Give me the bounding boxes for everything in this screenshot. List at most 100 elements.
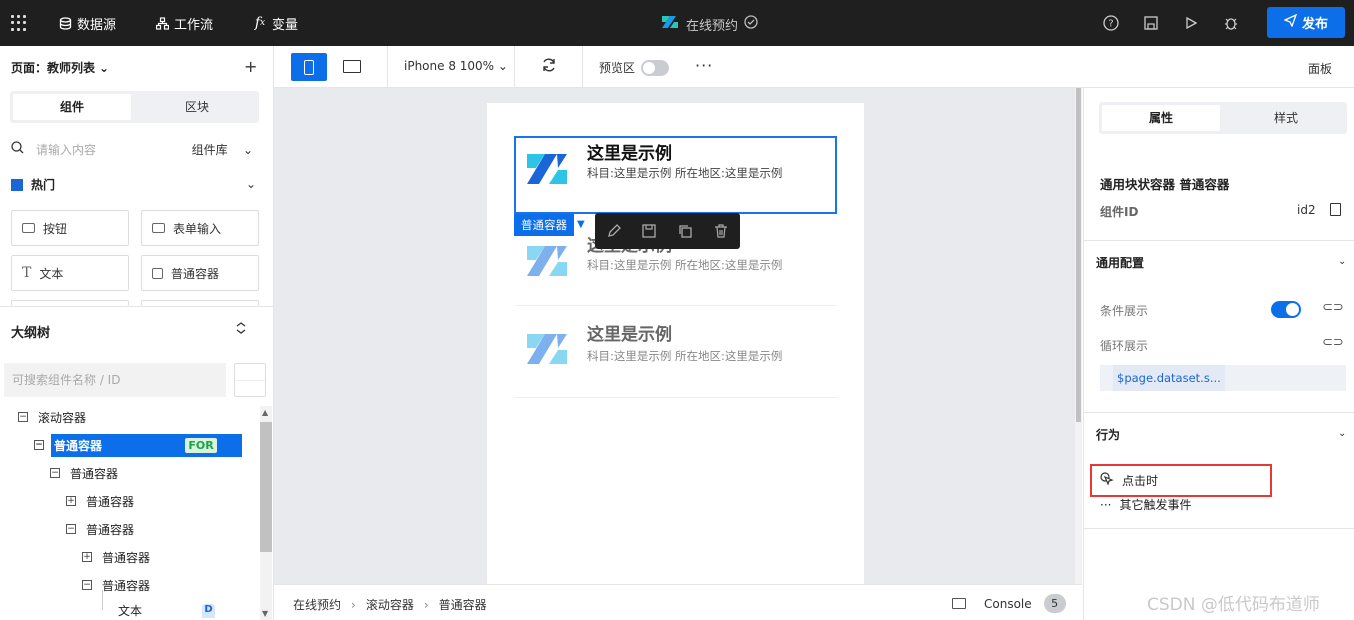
save-icon[interactable] xyxy=(1142,14,1160,32)
workflow-icon xyxy=(155,16,169,30)
refresh-icon[interactable] xyxy=(541,57,557,78)
breadcrumb: 在线预约 › 滚动容器 › 普通容器 xyxy=(293,596,487,613)
divider xyxy=(0,306,274,307)
selected-component-tag[interactable]: 普通容器 xyxy=(514,214,574,236)
dataset-binding-field[interactable]: $page.dataset.s... xyxy=(1100,365,1346,391)
tree-node-label: 普通容器 xyxy=(102,550,151,565)
datasource-label: 数据源 xyxy=(77,17,117,33)
component-form-input[interactable]: 表单输入 xyxy=(141,210,259,246)
breadcrumb-bar: 在线预约 › 滚动容器 › 普通容器 Console 5 xyxy=(274,584,1082,620)
library-label: 组件库 xyxy=(191,142,228,157)
app-title: 在线预约 xyxy=(660,13,758,35)
general-config-header[interactable]: 通用配置 xyxy=(1096,254,1144,271)
tree-node-label: 文本 xyxy=(118,603,143,618)
canvas-toolbar: iPhone 8 100% ⌄ 预览区 ··· 面板 xyxy=(274,46,1354,88)
chevron-down-icon[interactable]: ⌄ xyxy=(1338,256,1346,267)
other-events-label: 其它触发事件 xyxy=(1119,498,1192,512)
conditional-display-toggle[interactable] xyxy=(1271,301,1301,318)
tree-node-label: 普通容器 xyxy=(86,494,135,509)
other-events[interactable]: ··· 其它触发事件 xyxy=(1100,496,1191,513)
divider xyxy=(514,46,515,88)
app-grid-icon[interactable] xyxy=(11,15,27,31)
breadcrumb-item[interactable]: 滚动容器 xyxy=(366,596,414,613)
tree-node[interactable]: − 普通容器 xyxy=(66,518,134,540)
caret-down-icon[interactable]: ▼ xyxy=(577,219,585,230)
component-container[interactable]: 普通容器 xyxy=(141,255,259,291)
library-dropdown[interactable]: 组件库 ⌄ xyxy=(192,141,253,158)
tree-node[interactable]: − 普通容器 xyxy=(50,462,118,484)
copy-icon[interactable] xyxy=(677,223,693,239)
device-zoom-select[interactable]: iPhone 8 100% ⌄ xyxy=(404,59,508,73)
expand-icon: + xyxy=(82,552,92,562)
preview-label: 预览区 xyxy=(599,61,636,75)
on-click-event[interactable]: 点击时 xyxy=(1100,472,1158,489)
trash-icon[interactable] xyxy=(713,223,729,239)
dataset-binding-value: $page.dataset.s... xyxy=(1113,365,1225,391)
page-label: 页面：教师列表 xyxy=(11,61,96,75)
tree-node-label: 普通容器 xyxy=(86,522,135,537)
help-icon[interactable]: ? xyxy=(1102,14,1120,32)
tab-components[interactable]: 组件 xyxy=(13,94,131,120)
outline-stepper[interactable] xyxy=(234,363,266,397)
chevron-right-icon: › xyxy=(423,597,429,612)
component-label: 表单输入 xyxy=(173,221,222,236)
workflow-menu[interactable]: 工作流 xyxy=(155,14,213,33)
outline-search-input[interactable]: 可搜索组件名称 / ID xyxy=(4,363,226,397)
breadcrumb-item[interactable]: 普通容器 xyxy=(439,596,487,613)
divider xyxy=(582,46,583,88)
link-icon[interactable]: ⊂⊃ xyxy=(1322,335,1344,350)
canvas-scrollbar[interactable] xyxy=(1075,88,1082,584)
behavior-header[interactable]: 行为 xyxy=(1096,426,1120,443)
tree-node[interactable]: 文本 xyxy=(118,602,142,618)
mobile-device-button[interactable] xyxy=(291,53,327,81)
design-canvas: 这里是示例 科目:这里是示例 所在地区:这里是示例 这里是示例 科目:这里是示例… xyxy=(274,88,1082,584)
debug-bug-icon[interactable] xyxy=(1222,14,1240,32)
copy-icon[interactable] xyxy=(1330,203,1341,216)
component-search[interactable]: 请输入内容 组件库 ⌄ xyxy=(11,140,261,158)
desktop-device-icon[interactable] xyxy=(343,60,361,73)
breadcrumb-item[interactable]: 在线预约 xyxy=(293,596,341,613)
list-item[interactable]: 这里是示例 科目:这里是示例 所在地区:这里是示例 xyxy=(515,306,837,382)
page-selector[interactable]: 页面：教师列表 ⌄ xyxy=(11,59,109,76)
outline-scrollbar[interactable]: ▲ ▼ xyxy=(260,406,272,620)
panel-button[interactable]: 面板 xyxy=(1308,60,1332,77)
link-icon[interactable]: ⊂⊃ xyxy=(1322,300,1344,315)
data-badge-icon: D xyxy=(202,604,215,618)
text-t-icon: T xyxy=(22,265,32,281)
add-page-plus-icon[interactable]: + xyxy=(244,57,257,76)
collapse-icon: − xyxy=(34,440,44,450)
tree-node[interactable]: − 普通容器 xyxy=(82,574,150,596)
search-input[interactable]: 请输入内容 xyxy=(36,141,96,158)
tab-properties[interactable]: 属性 xyxy=(1102,105,1220,131)
component-button[interactable]: 按钮 xyxy=(11,210,129,246)
tab-style[interactable]: 样式 xyxy=(1227,105,1345,131)
more-options-icon[interactable]: ··· xyxy=(695,56,713,75)
chevron-down-icon[interactable]: ⌄ xyxy=(246,177,256,191)
preview-toggle-group: 预览区 xyxy=(599,59,670,76)
publish-button[interactable]: 发布 xyxy=(1267,7,1345,38)
run-icon[interactable] xyxy=(1182,14,1200,32)
component-text[interactable]: T 文本 xyxy=(11,255,129,291)
tree-node-selected[interactable]: − 普通容器 xyxy=(34,434,102,456)
selection-outline xyxy=(514,136,837,214)
expand-collapse-icon[interactable] xyxy=(236,322,246,337)
edit-pencil-icon[interactable] xyxy=(606,223,622,239)
tree-node[interactable]: − 滚动容器 xyxy=(18,406,86,428)
component-action-bar xyxy=(595,213,740,249)
hot-group-header[interactable]: 热门 xyxy=(11,176,55,193)
pointer-click-icon xyxy=(1100,472,1114,489)
console-button[interactable]: Console 5 xyxy=(952,594,1066,613)
phone-icon xyxy=(304,59,314,75)
preview-toggle[interactable] xyxy=(641,59,670,76)
component-block-tabs: 组件 区块 xyxy=(10,91,259,123)
tab-blocks[interactable]: 区块 xyxy=(138,94,256,120)
tree-node[interactable]: + 普通容器 xyxy=(66,490,134,512)
divider xyxy=(1084,240,1354,241)
properties-panel: 属性 样式 通用块状容器 普通容器 组件ID id2 通用配置 ⌄ 条件展示 ⊂… xyxy=(1083,88,1354,620)
chevron-down-icon[interactable]: ⌄ xyxy=(1338,428,1346,439)
card-subtitle: 科目:这里是示例 所在地区:这里是示例 xyxy=(587,349,783,363)
tree-node[interactable]: + 普通容器 xyxy=(82,546,150,568)
save-icon[interactable] xyxy=(641,223,657,239)
datasource-menu[interactable]: 数据源 xyxy=(58,14,117,33)
variables-menu[interactable]: fx 变量 xyxy=(253,14,298,33)
